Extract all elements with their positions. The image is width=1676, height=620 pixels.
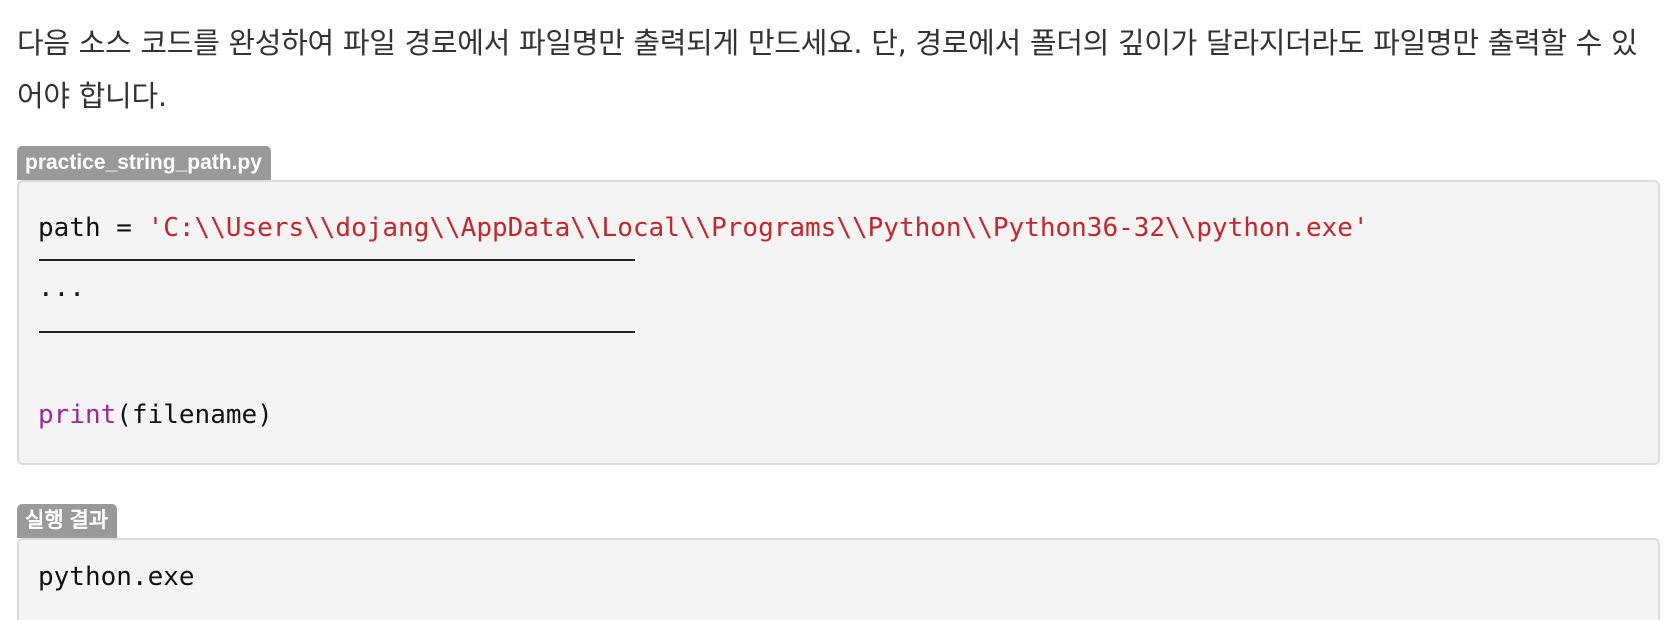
code-line-path: path = 'C:\\Users\\dojang\\AppData\\Loca… bbox=[38, 211, 1369, 245]
result-block: python.exe bbox=[17, 538, 1660, 620]
code-block: path = 'C:\\Users\\dojang\\AppData\\Loca… bbox=[17, 180, 1660, 465]
code-var-path: path bbox=[38, 213, 101, 243]
code-filename-tag: practice_string_path.py bbox=[17, 146, 271, 180]
exercise-page: 다음 소스 코드를 완성하여 파일 경로에서 파일명만 출력되게 만드세요. 단… bbox=[17, 0, 1660, 620]
code-line-print: print(filename) bbox=[38, 398, 273, 432]
result-output: python.exe bbox=[38, 562, 195, 592]
result-label-tag: 실행 결과 bbox=[17, 504, 118, 538]
code-ellipsis: ... bbox=[38, 273, 85, 303]
code-print-args: (filename) bbox=[116, 400, 273, 430]
code-path-string: 'C:\\Users\\dojang\\AppData\\Local\\Prog… bbox=[147, 213, 1369, 243]
question-text: 다음 소스 코드를 완성하여 파일 경로에서 파일명만 출력되게 만드세요. 단… bbox=[17, 26, 1638, 113]
blank-line-1 bbox=[39, 259, 635, 261]
blank-line-2 bbox=[39, 331, 635, 333]
code-operator: = bbox=[100, 213, 148, 243]
code-print-keyword: print bbox=[38, 400, 117, 430]
